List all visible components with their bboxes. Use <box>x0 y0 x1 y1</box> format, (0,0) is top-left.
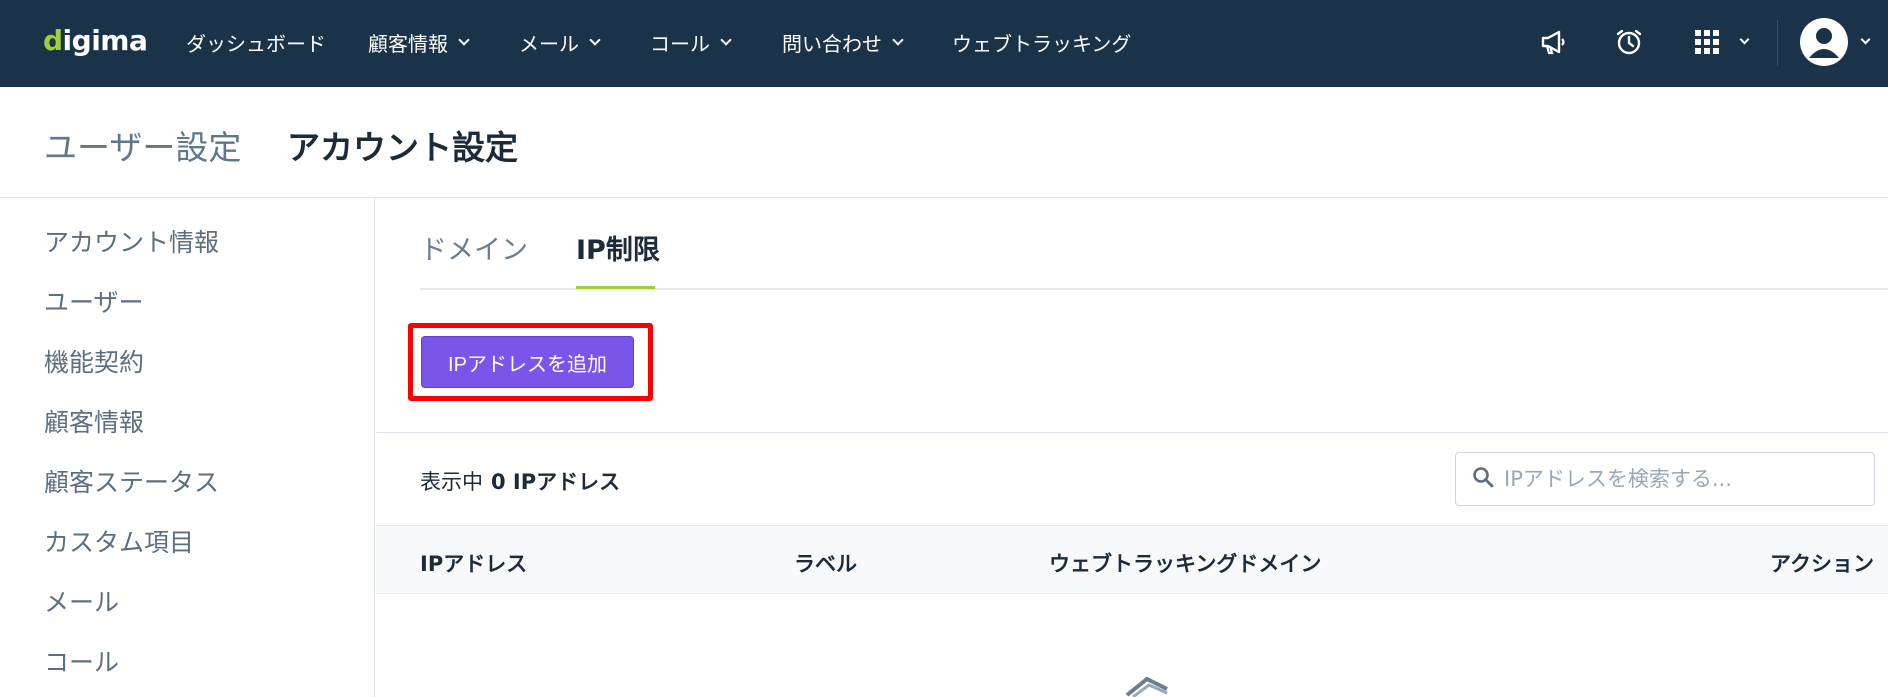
page-header: ユーザー設定 アカウント設定 <box>0 87 1888 198</box>
sidebar-item-customer-info[interactable]: 顧客情報 <box>44 403 144 439</box>
logo-text: digima <box>43 23 148 57</box>
nav-item-label: 問い合わせ <box>782 31 882 56</box>
sidebar-item-custom-fields[interactable]: カスタム項目 <box>44 523 194 559</box>
chevron-down-icon <box>720 33 732 46</box>
nav-divider <box>1777 20 1778 66</box>
active-tab-indicator <box>576 286 655 289</box>
user-avatar-icon[interactable] <box>1800 18 1848 66</box>
nav-item-label: ウェブトラッキング <box>952 31 1132 56</box>
column-header-ip-address[interactable]: IPアドレス <box>420 548 527 578</box>
column-header-label[interactable]: ラベル <box>794 548 857 578</box>
nav-item-label: ダッシュボード <box>186 31 326 56</box>
ip-search-box[interactable] <box>1455 452 1875 506</box>
sidebar-item-customer-status[interactable]: 顧客ステータス <box>44 463 219 499</box>
sidebar-item-contracts[interactable]: 機能契約 <box>44 343 144 379</box>
search-input[interactable] <box>1504 467 1864 491</box>
sidebar-item-account-info[interactable]: アカウント情報 <box>44 223 219 259</box>
digima-logo[interactable]: digima <box>43 20 148 60</box>
nav-item-call[interactable]: コール <box>650 26 732 58</box>
settings-sidebar: アカウント情報 ユーザー 機能契約 顧客情報 顧客ステータス カスタム項目 メー… <box>0 198 375 697</box>
sidebar-item-users[interactable]: ユーザー <box>44 283 144 319</box>
nav-item-web-tracking[interactable]: ウェブトラッキング <box>952 26 1131 58</box>
top-navigation-bar: digima ダッシュボード 顧客情報 メール コール 問い合わせ ウェブトラッ… <box>0 0 1888 87</box>
megaphone-icon[interactable] <box>1534 22 1574 62</box>
search-icon <box>1472 466 1494 492</box>
apps-chevron-down-icon[interactable] <box>1739 34 1750 45</box>
nav-item-label: メール <box>519 31 579 56</box>
sidebar-item-mail[interactable]: メール <box>44 583 119 619</box>
chevron-down-icon <box>589 33 601 46</box>
result-count: 表示中 0 IPアドレス <box>420 466 620 496</box>
nav-item-label: コール <box>650 31 710 56</box>
breadcrumb-user-settings[interactable]: ユーザー設定 <box>44 121 241 169</box>
table-header: IPアドレス ラベル ウェブトラッキングドメイン アクション <box>376 525 1888 594</box>
alarm-clock-icon[interactable] <box>1609 22 1649 62</box>
ip-count: 0 IPアドレス <box>491 470 621 494</box>
page-title: アカウント設定 <box>287 128 518 167</box>
add-ip-address-button[interactable]: IPアドレスを追加 <box>421 336 634 388</box>
chevron-down-icon <box>892 33 904 46</box>
column-header-action: アクション <box>1770 552 1874 576</box>
chevron-down-icon <box>458 33 470 46</box>
tab-ip-restriction[interactable]: IP制限 <box>576 228 660 267</box>
nav-item-label: 顧客情報 <box>368 31 448 56</box>
sidebar-item-call[interactable]: コール <box>44 643 119 679</box>
column-header-web-tracking-domain[interactable]: ウェブトラッキングドメイン <box>1049 548 1321 578</box>
settings-tabs: ドメイン IP制限 <box>420 198 1888 290</box>
empty-state-icon <box>1125 675 1175 697</box>
user-menu-chevron-down-icon[interactable] <box>1860 34 1871 45</box>
nav-item-mail[interactable]: メール <box>519 26 601 58</box>
nav-item-dashboard[interactable]: ダッシュボード <box>186 26 326 58</box>
section-divider <box>376 432 1888 433</box>
nav-item-customer-info[interactable]: 顧客情報 <box>368 26 470 58</box>
tab-domain[interactable]: ドメイン <box>420 228 528 267</box>
nav-item-inquiry[interactable]: 問い合わせ <box>782 26 904 58</box>
showing-label: 表示中 <box>420 470 483 494</box>
apps-grid-icon[interactable] <box>1687 22 1727 62</box>
